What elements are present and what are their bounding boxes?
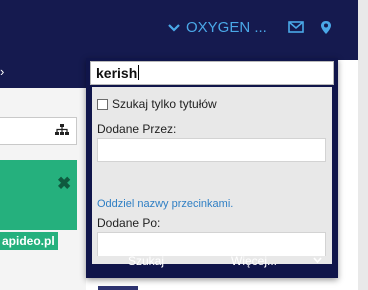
mail-icon[interactable]: [288, 21, 304, 33]
sub-navigation: ›: [0, 60, 90, 88]
site-tag[interactable]: apideo.pl: [0, 232, 58, 250]
close-icon[interactable]: ✖: [57, 174, 71, 194]
chevron-down-icon: [168, 24, 180, 32]
top-navigation-bar: OXYGEN ...: [0, 0, 358, 60]
titles-only-option[interactable]: Szukaj tylko tytułów: [97, 97, 217, 111]
notification-card: ✖: [0, 160, 77, 230]
search-query-input[interactable]: kerish: [90, 61, 334, 85]
nav-arrow-icon[interactable]: ›: [0, 64, 4, 79]
added-by-hint: Oddziel nazwy przecinkami.: [97, 198, 234, 210]
page-scrollbar[interactable]: [358, 0, 368, 290]
more-options-button[interactable]: Więcej...: [231, 254, 277, 268]
organization-switcher[interactable]: OXYGEN ...: [168, 19, 267, 36]
search-dropdown-panel: kerish Szukaj tylko tytułów Dodane Przez…: [86, 58, 338, 278]
underlying-control: [98, 286, 138, 290]
titles-only-label: Szukaj tylko tytułów: [112, 97, 217, 111]
titles-only-checkbox[interactable]: [97, 98, 108, 110]
organization-name: OXYGEN ...: [186, 19, 267, 36]
search-button[interactable]: Szukaj: [128, 254, 164, 268]
hierarchy-icon[interactable]: [55, 124, 69, 136]
search-query-value: kerish: [96, 65, 138, 81]
search-panel-footer: Szukaj Więcej...: [86, 246, 338, 278]
chevron-down-icon[interactable]: [313, 257, 322, 263]
left-filter-input[interactable]: [0, 117, 77, 145]
added-by-input[interactable]: [97, 138, 326, 162]
location-pin-icon[interactable]: [320, 20, 332, 35]
added-by-label: Dodane Przez:: [97, 122, 177, 136]
search-options: Szukaj tylko tytułów Dodane Przez: Oddzi…: [92, 87, 332, 264]
added-after-label: Dodane Po:: [97, 216, 161, 230]
text-caret: [138, 65, 140, 80]
